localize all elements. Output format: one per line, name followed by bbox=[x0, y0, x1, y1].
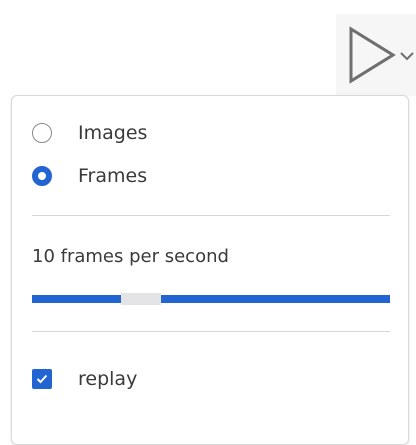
frame-rate-label: 10 frames per second bbox=[32, 246, 229, 267]
slider-thumb[interactable] bbox=[121, 293, 161, 305]
frame-rate-slider[interactable] bbox=[32, 293, 390, 305]
chevron-down-icon bbox=[400, 52, 414, 61]
slider-track[interactable] bbox=[32, 295, 390, 303]
replay-label: replay bbox=[78, 368, 138, 390]
replay-checkbox-row[interactable]: replay bbox=[32, 368, 137, 390]
divider bbox=[32, 331, 390, 332]
play-icon bbox=[349, 26, 396, 84]
playback-options-panel: Images Frames 10 frames per second repla… bbox=[11, 95, 409, 445]
radio-frames-circle[interactable] bbox=[32, 166, 52, 186]
radio-images[interactable]: Images bbox=[32, 122, 147, 144]
play-dropdown-button[interactable] bbox=[336, 14, 416, 96]
radio-frames[interactable]: Frames bbox=[32, 165, 147, 187]
radio-frames-label: Frames bbox=[78, 165, 148, 187]
radio-images-label: Images bbox=[78, 122, 148, 144]
divider bbox=[32, 215, 390, 216]
checkmark-icon bbox=[36, 374, 48, 384]
radio-images-circle[interactable] bbox=[32, 123, 52, 143]
replay-checkbox[interactable] bbox=[32, 369, 52, 389]
